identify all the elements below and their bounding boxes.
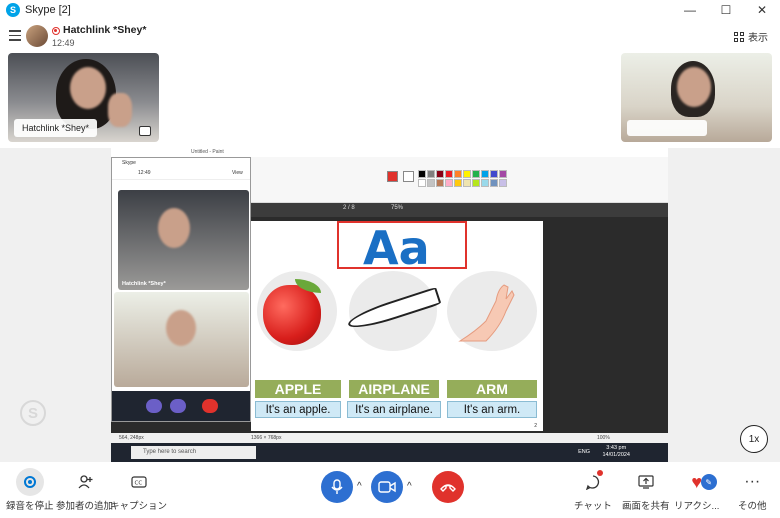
color-palette[interactable] (418, 170, 507, 187)
mini-call-controls (112, 391, 250, 421)
share-screen-icon (632, 468, 660, 496)
captions-button[interactable]: CC キャプション (110, 468, 167, 512)
color1-swatch[interactable] (387, 171, 398, 182)
taskbar-search[interactable]: Type here to search (131, 446, 256, 459)
participant-tile-remote[interactable] (621, 53, 772, 142)
hangup-button[interactable] (432, 471, 464, 503)
microphone-icon (331, 479, 343, 494)
worksheet-slide: Aa APPLE AIRPLANE ARM It's an apple. It'… (251, 221, 543, 431)
grid-view-icon (734, 31, 744, 42)
blurred-face (677, 67, 711, 107)
window-title: Skype [2] (25, 4, 71, 16)
pdf-page[interactable]: 2 / 8 (343, 205, 355, 211)
mini-skype-header: Skype 12:49 View (112, 158, 250, 180)
reactions-button[interactable]: ♥ ✎ リアクシ... (674, 468, 719, 513)
participant-label (627, 120, 707, 136)
zoom-button[interactable]: 1x (740, 425, 768, 453)
windows-taskbar: Type here to search ENG 3:43 pm 14/01/20… (111, 443, 668, 462)
paint-statusbar: 564, 248px 1366 × 768px 100% (111, 433, 668, 443)
pdf-toolbar: 2 / 8 75% (251, 203, 668, 217)
paint-titlebar: Untitled - Paint (111, 148, 668, 157)
participant-tile-self[interactable]: Hatchlink *Shey* (8, 53, 159, 142)
pdf-zoom[interactable]: 75% (391, 205, 403, 211)
shared-screen: Untitled - Paint 2 / 8 75% Aa APPLE AIRP… (111, 148, 668, 462)
camera-icon (378, 481, 396, 493)
view-label: 表示 (748, 33, 768, 44)
skype-window: S Skype [2] — ☐ ✕ Hatchlink *Shey* 12:49… (0, 0, 780, 518)
taskbar-clock: 3:43 pm 14/01/2024 (602, 445, 630, 458)
word-label: ARM (447, 380, 537, 398)
more-button[interactable]: ··· その他 (738, 468, 767, 512)
call-stage: Hatchlink *Shey* Untitled - Paint 2 / 8 … (0, 50, 780, 462)
captions-icon: CC (125, 468, 153, 496)
stop-recording-button[interactable]: 録音を停止 (6, 468, 54, 512)
call-time: 12:49 (52, 38, 75, 48)
participant-label: Hatchlink *Shey* (14, 119, 98, 137)
mini-video-self: Hatchlink *Shey* (118, 190, 249, 290)
arm-picture (458, 284, 515, 342)
chat-button[interactable]: チャット (574, 468, 612, 512)
avatar[interactable] (26, 25, 48, 47)
apple-picture (263, 285, 321, 345)
video-options-chevron-icon[interactable]: ^ (407, 481, 412, 492)
mute-button[interactable] (321, 471, 353, 503)
view-button[interactable]: 表示 (734, 29, 768, 44)
title-bar: S Skype [2] — ☐ ✕ (0, 0, 780, 20)
hand (108, 93, 132, 127)
skype-logo-icon: S (6, 3, 20, 17)
menu-icon[interactable] (9, 30, 21, 41)
record-icon (15, 468, 44, 496)
word-label: AIRPLANE (349, 380, 439, 398)
share-screen-button[interactable]: 画面を共有 (622, 468, 670, 512)
unread-badge (596, 470, 603, 476)
mini-video-icon[interactable] (170, 399, 186, 413)
pin-icon[interactable] (139, 126, 151, 136)
phrase-label: It's an arm. (447, 401, 537, 418)
maximize-button[interactable]: ☐ (708, 0, 744, 20)
skype-watermark-icon: S (20, 400, 46, 426)
mini-mic-icon[interactable] (146, 399, 162, 413)
recording-indicator-icon (52, 27, 60, 35)
mic-options-chevron-icon[interactable]: ^ (357, 481, 362, 492)
heart-icon: ♥ ✎ (683, 468, 717, 496)
pen-icon: ✎ (700, 474, 717, 490)
mini-skype-window: Skype 12:49 View Hatchlink *Shey* (111, 157, 251, 422)
more-icon: ··· (744, 473, 761, 490)
hangup-icon (440, 484, 456, 492)
taskbar-language: ENG (578, 449, 590, 455)
selection-rectangle (337, 221, 467, 269)
chat-icon (579, 468, 607, 496)
word-label: APPLE (255, 380, 341, 398)
add-person-icon (71, 468, 99, 496)
blurred-face (70, 67, 106, 109)
slide-page-number: 2 (534, 423, 537, 429)
add-participant-button[interactable]: 参加者の追加 (56, 468, 113, 512)
minimize-button[interactable]: — (672, 0, 708, 20)
color2-swatch[interactable] (403, 171, 414, 182)
call-header: Hatchlink *Shey* 12:49 表示 (0, 20, 780, 50)
call-name: Hatchlink *Shey* (63, 24, 147, 36)
mini-video-remote (114, 292, 249, 387)
video-button[interactable] (371, 471, 403, 503)
phrase-label: It's an apple. (255, 401, 341, 418)
mini-hangup-icon[interactable] (202, 399, 218, 413)
phrase-label: It's an airplane. (347, 401, 441, 418)
svg-text:CC: CC (134, 481, 142, 487)
close-button[interactable]: ✕ (744, 0, 780, 20)
call-toolbar: 録音を停止 参加者の追加 CC キャプション ^ ^ チャット 画面を共有 ♥ … (0, 462, 780, 518)
